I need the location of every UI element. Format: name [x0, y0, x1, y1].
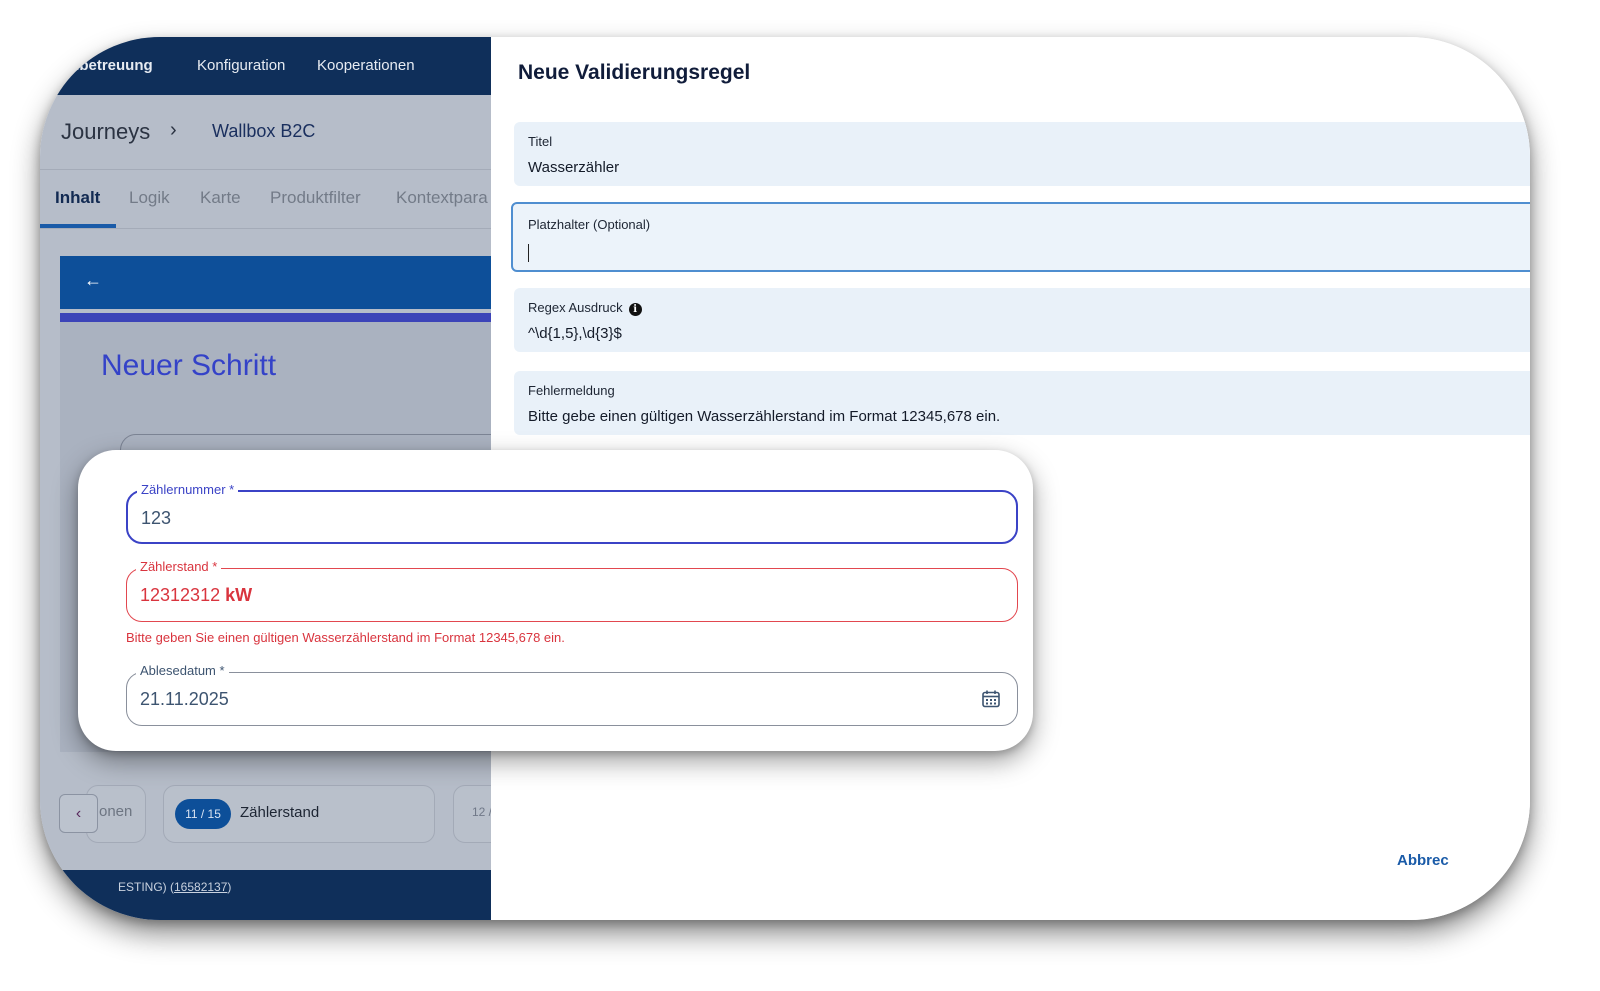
tab-produktfilter[interactable]: Produktfilter	[270, 188, 361, 208]
error-message-field[interactable]: Fehlermeldung Bitte gebe einen gültigen …	[514, 371, 1530, 435]
meter-number-value: 123	[141, 508, 172, 528]
nav-item-kooperationen[interactable]: Kooperationen	[317, 57, 415, 74]
reading-date-label: Ablesedatum *	[136, 663, 229, 678]
active-tab-indicator	[40, 224, 116, 228]
meter-reading-value: 12312312 kW	[140, 585, 252, 606]
title-field[interactable]: Titel Wasserzähler	[514, 122, 1530, 186]
meter-number-label: Zählernummer *	[137, 482, 239, 497]
footer-id-link[interactable]: 16582137	[174, 880, 227, 894]
regex-field[interactable]: Regex Ausdruck i ^\d{1,5},\d{3}$	[514, 288, 1530, 352]
chevron-left-icon[interactable]: ‹	[59, 794, 98, 833]
regex-field-value: ^\d{1,5},\d{3}$	[528, 325, 622, 342]
step-count-badge: 11 / 15	[175, 799, 231, 829]
breadcrumb-journeys[interactable]: Journeys	[61, 119, 150, 145]
title-field-label: Titel	[528, 134, 553, 149]
meter-reading-input[interactable]: Zählerstand * 12312312 kW	[126, 559, 1018, 622]
footer-prefix: ESTING) (	[118, 880, 174, 894]
nav-item-betreuung[interactable]: mbetreuung	[66, 57, 153, 74]
reading-date-value: 21.11.2025	[140, 689, 229, 709]
top-navigation: mbetreuung Konfiguration Kooperationen	[40, 37, 504, 95]
footer-bar: ESTING) (16582137)	[40, 870, 504, 920]
meter-reading-error: Bitte geben Sie einen gültigen Wasserzäh…	[126, 630, 565, 645]
breadcrumb: Journeys › Wallbox B2C	[40, 95, 504, 170]
stepper-next-badge: 12 /	[472, 805, 493, 819]
tab-bar: Inhalt Logik Karte Produktfilter Kontext…	[40, 170, 504, 229]
text-caret	[528, 244, 529, 262]
stepper-current-step[interactable]: 11 / 15 Zählerstand	[163, 785, 435, 843]
meter-reading-label: Zählerstand *	[136, 559, 222, 574]
meter-reading-unit: kW	[225, 585, 253, 605]
stepper-prev-label: onen	[99, 803, 133, 820]
step-header-bar: ←	[60, 256, 504, 309]
meter-reading-number: 12312312	[140, 585, 221, 605]
footer-suffix: )	[227, 880, 232, 894]
error-message-label: Fehlermeldung	[528, 383, 615, 398]
tab-kontextparameter[interactable]: Kontextpara	[396, 188, 488, 208]
breadcrumb-separator-icon: ›	[170, 119, 177, 141]
tab-karte[interactable]: Karte	[200, 188, 241, 208]
regex-field-label: Regex Ausdruck i	[528, 300, 642, 316]
error-message-value: Bitte gebe einen gültigen Wasserzählerst…	[528, 408, 1001, 425]
step-progress-strip	[60, 313, 504, 322]
tab-logik[interactable]: Logik	[129, 188, 170, 208]
drawer-title: Neue Validierungsregel	[518, 61, 751, 84]
meter-number-input[interactable]: Zählernummer * 123	[126, 482, 1018, 544]
form-preview-card: Zählernummer * 123 Zählerstand * 1231231…	[78, 450, 1033, 751]
regex-label-text: Regex Ausdruck	[528, 300, 623, 315]
nav-item-konfiguration[interactable]: Konfiguration	[197, 57, 285, 74]
breadcrumb-current: Wallbox B2C	[212, 121, 316, 141]
title-field-value: Wasserzähler	[528, 159, 620, 176]
tab-inhalt[interactable]: Inhalt	[55, 188, 100, 208]
cancel-button[interactable]: Abbrec	[1397, 852, 1449, 869]
reading-date-input[interactable]: Ablesedatum * 21.11.2025	[126, 663, 1018, 726]
stepper-current-label: Zählerstand	[240, 804, 320, 821]
calendar-icon[interactable]	[981, 689, 1001, 709]
arrow-left-icon[interactable]: ←	[84, 270, 102, 291]
footer-text: ESTING) (16582137)	[118, 880, 231, 894]
info-icon[interactable]: i	[628, 303, 642, 316]
placeholder-field-label: Platzhalter (Optional)	[528, 217, 651, 232]
placeholder-field[interactable]: Platzhalter (Optional)	[511, 202, 1530, 272]
step-title: Neuer Schritt	[101, 349, 277, 382]
